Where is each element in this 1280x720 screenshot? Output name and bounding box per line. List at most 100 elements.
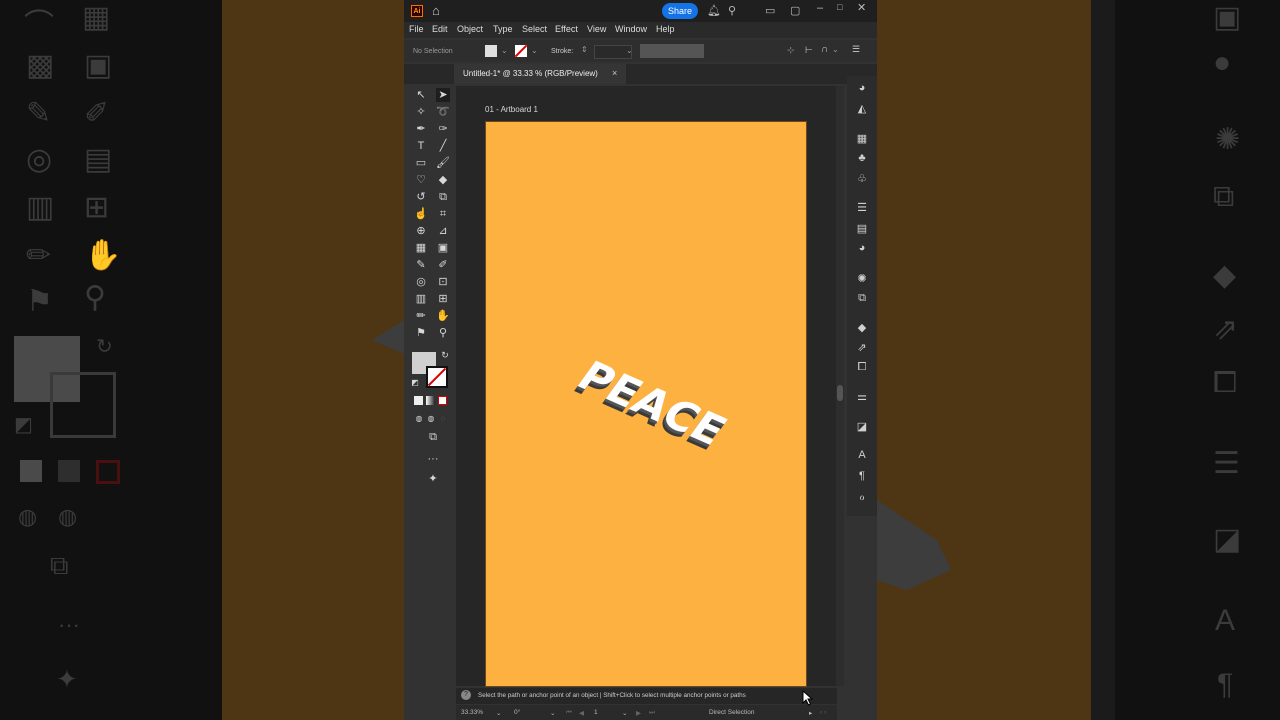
artboard-number[interactable]: 1 bbox=[594, 709, 598, 716]
pen-tool-icon[interactable]: ✒ bbox=[414, 122, 428, 136]
panel-toggle-icon[interactable]: ▢ bbox=[790, 4, 800, 17]
layers-icon[interactable]: ◆ bbox=[854, 321, 870, 334]
transparency-icon[interactable]: ◕ bbox=[854, 242, 870, 254]
fill-swatch[interactable] bbox=[485, 45, 497, 57]
stroke-weight-dropdown-icon[interactable]: ⌄ bbox=[626, 46, 633, 55]
menu-type[interactable]: Type bbox=[493, 24, 513, 34]
scale-icon[interactable]: ⧉ bbox=[436, 190, 450, 204]
swap-colors-icon[interactable]: ↻ bbox=[438, 348, 452, 362]
stroke-color-box[interactable] bbox=[426, 366, 448, 388]
curvature-icon[interactable]: ✑ bbox=[436, 122, 450, 136]
appearance-icon[interactable]: ✺ bbox=[854, 272, 870, 285]
document-tab-close-icon[interactable]: × bbox=[612, 68, 617, 78]
bell-icon[interactable]: 🔔︎ bbox=[707, 4, 721, 17]
close-icon[interactable]: ✕ bbox=[857, 1, 866, 14]
properties-icon[interactable]: ⚌ bbox=[854, 390, 870, 403]
gradient-panel-icon[interactable]: ▤ bbox=[854, 222, 870, 235]
paragraph-icon[interactable]: ¶ bbox=[854, 470, 870, 482]
artboards-panel-icon[interactable]: ⧠ bbox=[854, 361, 870, 374]
free-transform-icon[interactable]: ⌗ bbox=[436, 207, 450, 221]
arrange-icon[interactable]: ▭ bbox=[765, 4, 775, 17]
default-colors-icon[interactable]: ◩ bbox=[408, 376, 422, 390]
graph-icon[interactable]: ▥ bbox=[414, 292, 428, 306]
home-icon[interactable]: ⌂ bbox=[432, 3, 440, 18]
draw-inside-icon[interactable]: ◌ bbox=[436, 412, 450, 426]
isolate-icon[interactable]: ∩ bbox=[821, 44, 828, 55]
share-button[interactable]: Share bbox=[662, 3, 698, 19]
screen-mode-icon[interactable]: ⧉ bbox=[426, 430, 440, 444]
shaper-icon[interactable]: ♡ bbox=[414, 173, 428, 187]
status-menu-icon[interactable]: ▸ bbox=[809, 709, 812, 717]
opacity-field[interactable] bbox=[640, 44, 704, 58]
blend-icon[interactable]: ✐ bbox=[436, 258, 450, 272]
swatches-icon[interactable]: ▦ bbox=[854, 132, 870, 145]
shape-builder-icon[interactable]: ⊕ bbox=[414, 224, 428, 238]
none-mode-icon[interactable] bbox=[438, 396, 447, 405]
perspective-icon[interactable]: ⊿ bbox=[436, 224, 450, 238]
eraser-icon[interactable]: ◆ bbox=[436, 173, 450, 187]
chart-icon[interactable]: ⚑ bbox=[414, 326, 428, 340]
direct-selection-tool-icon[interactable]: ➤ bbox=[436, 88, 450, 102]
graphic-styles-icon[interactable]: ⧉ bbox=[854, 292, 870, 305]
menu-window[interactable]: Window bbox=[615, 24, 647, 34]
rotation-value[interactable]: 0° bbox=[514, 709, 520, 716]
search-icon[interactable]: ⚲ bbox=[728, 4, 736, 17]
opentype-icon[interactable]: ℴ bbox=[854, 490, 870, 503]
eyedropper-icon[interactable]: ✎ bbox=[414, 258, 428, 272]
magic-wand-icon[interactable]: ✧ bbox=[414, 105, 428, 119]
last-artboard-icon[interactable]: ⏭ bbox=[649, 709, 655, 717]
symbols-icon[interactable]: ♧ bbox=[854, 172, 870, 185]
peace-3d-text[interactable]: PEACE PEACE PEACE bbox=[535, 320, 775, 470]
rotation-dropdown-icon[interactable]: ⌄ bbox=[550, 709, 555, 717]
menu-select[interactable]: Select bbox=[522, 24, 547, 34]
minimize-icon[interactable]: – bbox=[817, 2, 823, 14]
mesh-icon[interactable]: ▦ bbox=[414, 241, 428, 255]
sparkle-icon[interactable]: ✦ bbox=[426, 472, 440, 486]
symbol-sprayer-icon[interactable]: ◎ bbox=[414, 275, 428, 289]
menu-file[interactable]: File bbox=[409, 24, 424, 34]
first-artboard-icon[interactable]: ⏮ bbox=[566, 709, 572, 717]
zoom-dropdown-icon[interactable]: ⌄ bbox=[496, 709, 501, 717]
slice-icon[interactable]: ⊞ bbox=[436, 292, 450, 306]
maximize-icon[interactable]: □ bbox=[837, 2, 842, 12]
color-panel-icon[interactable]: ◕ bbox=[854, 82, 870, 94]
paintbrush-icon[interactable]: 🖌︎ bbox=[436, 156, 450, 170]
stroke-dropdown-icon[interactable]: ⌄ bbox=[531, 46, 538, 55]
prev-artboard-icon[interactable]: ◀ bbox=[579, 709, 584, 717]
rectangle-tool-icon[interactable]: ▭ bbox=[414, 156, 428, 170]
warp-icon[interactable]: ☝ bbox=[414, 207, 428, 221]
zoom-icon[interactable]: ⚲ bbox=[436, 326, 450, 340]
type-tool-icon[interactable]: T bbox=[414, 139, 428, 153]
current-tool-name[interactable]: Direct Selection bbox=[709, 709, 755, 716]
pencil-icon[interactable]: ✏ bbox=[414, 309, 428, 323]
control-menu-icon[interactable]: ☰ bbox=[852, 44, 860, 55]
menu-object[interactable]: Object bbox=[457, 24, 483, 34]
next-artboard-icon[interactable]: ▶ bbox=[636, 709, 641, 717]
fill-dropdown-icon[interactable]: ⌄ bbox=[501, 46, 508, 55]
color-guide-icon[interactable]: ◭ bbox=[854, 102, 870, 115]
menu-help[interactable]: Help bbox=[656, 24, 675, 34]
libraries-icon[interactable]: ◪ bbox=[854, 420, 870, 433]
transform-icon[interactable]: ⊢ bbox=[805, 45, 813, 56]
artboard-number-dropdown-icon[interactable]: ⌄ bbox=[622, 709, 627, 717]
gradient-icon[interactable]: ▣ bbox=[436, 241, 450, 255]
asset-export-icon[interactable]: ⇗ bbox=[854, 341, 870, 354]
line-tool-icon[interactable]: ╱ bbox=[436, 139, 450, 153]
artboard-tool-icon[interactable]: ⊡ bbox=[436, 275, 450, 289]
vertical-scroll-thumb[interactable] bbox=[837, 385, 843, 401]
stroke-swatch[interactable] bbox=[515, 45, 527, 57]
color-mode-icon[interactable] bbox=[414, 396, 423, 405]
character-icon[interactable]: A bbox=[854, 449, 870, 461]
menu-edit[interactable]: Edit bbox=[432, 24, 448, 34]
zoom-level[interactable]: 33.33% bbox=[461, 709, 483, 716]
align-icon[interactable]: ⊹ bbox=[787, 45, 795, 56]
stroke-stepper-icon[interactable]: ⇕ bbox=[581, 45, 588, 54]
brushes-icon[interactable]: ♣ bbox=[854, 152, 870, 164]
isolate-dropdown-icon[interactable]: ⌄ bbox=[832, 45, 839, 54]
stroke-panel-icon[interactable]: ☰ bbox=[854, 201, 870, 214]
menu-effect[interactable]: Effect bbox=[555, 24, 578, 34]
more-tools-icon[interactable]: ··· bbox=[426, 452, 440, 466]
scroll-arrows-icon[interactable]: ‹ › bbox=[820, 709, 826, 716]
rotate-icon[interactable]: ↺ bbox=[414, 190, 428, 204]
hand-icon[interactable]: ✋ bbox=[436, 309, 450, 323]
